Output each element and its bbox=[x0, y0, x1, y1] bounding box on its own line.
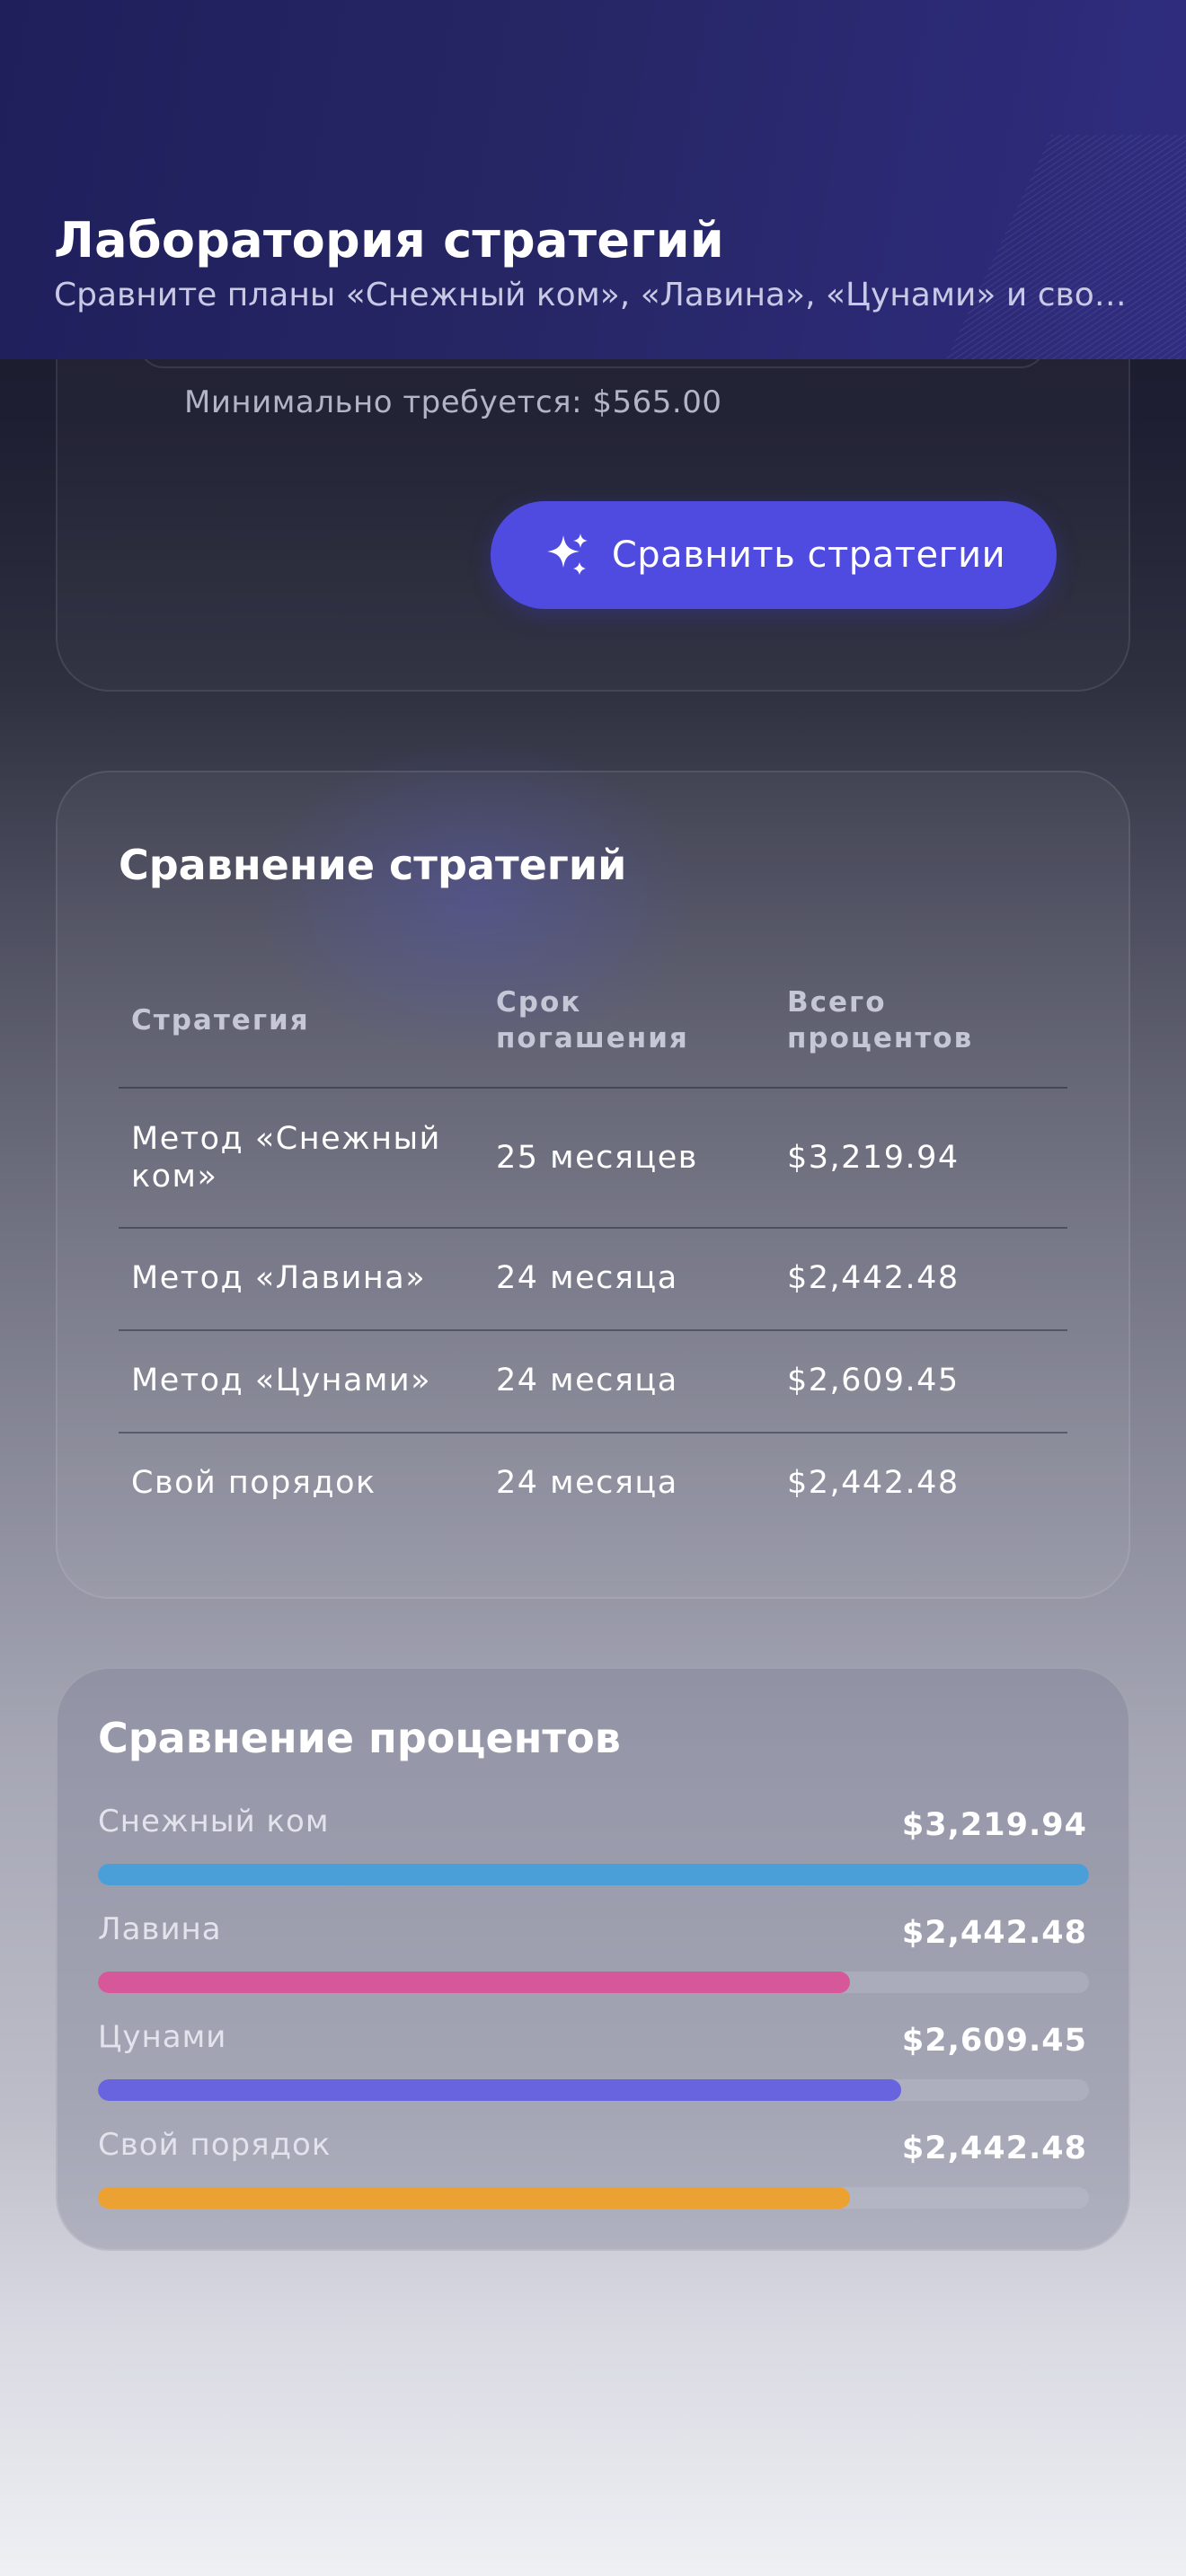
compare-button-label: Сравнить стратегии bbox=[611, 534, 1006, 576]
table-cell-interest: $3,219.94 bbox=[787, 1140, 960, 1176]
column-header-strategy: Стратегия bbox=[131, 1004, 310, 1037]
bar-label: Свой порядок bbox=[98, 2127, 332, 2163]
bar-fill-tsunami bbox=[98, 2079, 901, 2101]
table-cell-term: 24 месяца bbox=[496, 1363, 678, 1398]
table-divider bbox=[119, 1432, 1067, 1434]
bar-label: Цунами bbox=[98, 2019, 227, 2055]
bar-value: $2,609.45 bbox=[901, 2023, 1087, 2059]
table-divider bbox=[119, 1329, 1067, 1331]
bar-track bbox=[98, 2187, 1089, 2209]
strategy-comparison-title: Сравнение стратегий bbox=[119, 841, 627, 889]
table-cell-interest: $2,442.48 bbox=[787, 1260, 960, 1296]
bar-track bbox=[98, 1864, 1089, 1885]
table-divider bbox=[119, 1087, 1067, 1089]
table-cell-strategy: Метод «Лавина» bbox=[131, 1260, 427, 1296]
app-header: Лаборатория стратегий Сравните планы «Сн… bbox=[0, 0, 1186, 359]
compare-strategies-button[interactable]: Сравнить стратегии bbox=[491, 501, 1057, 609]
min-required-hint: Минимально требуется: $565.00 bbox=[184, 384, 722, 420]
table-cell-strategy: Метод «Снежный ком» bbox=[131, 1121, 441, 1195]
sparkles-icon bbox=[546, 534, 588, 575]
table-cell-term: 24 месяца bbox=[496, 1260, 678, 1296]
table-cell-strategy: Метод «Цунами» bbox=[131, 1363, 432, 1398]
bar-fill-snowball bbox=[98, 1864, 1089, 1885]
table-divider bbox=[119, 1227, 1067, 1229]
table-cell-term: 24 месяца bbox=[496, 1465, 678, 1501]
table-cell-term: 25 месяцев bbox=[496, 1140, 698, 1176]
bar-label: Снежный ком bbox=[98, 1804, 330, 1839]
bar-value: $2,442.48 bbox=[901, 2130, 1087, 2166]
bar-value: $3,219.94 bbox=[901, 1807, 1087, 1843]
table-cell-strategy: Свой порядок bbox=[131, 1465, 376, 1501]
bar-fill-custom bbox=[98, 2187, 850, 2209]
bar-fill-avalanche bbox=[98, 1972, 850, 1993]
table-cell-interest: $2,442.48 bbox=[787, 1465, 960, 1501]
page-subtitle: Сравните планы «Снежный ком», «Лавина», … bbox=[54, 277, 1141, 313]
column-header-term: Срок погашения bbox=[496, 986, 689, 1054]
column-header-interest: Всего процентов bbox=[787, 986, 974, 1054]
header-decoration bbox=[925, 135, 1186, 359]
bar-value: $2,442.48 bbox=[901, 1915, 1087, 1951]
bar-track bbox=[98, 2079, 1089, 2101]
bar-track bbox=[98, 1972, 1089, 1993]
table-cell-interest: $2,609.45 bbox=[787, 1363, 960, 1398]
page-title: Лаборатория стратегий bbox=[54, 212, 725, 269]
bar-label: Лавина bbox=[98, 1911, 222, 1947]
interest-comparison-title: Сравнение процентов bbox=[98, 1714, 621, 1762]
